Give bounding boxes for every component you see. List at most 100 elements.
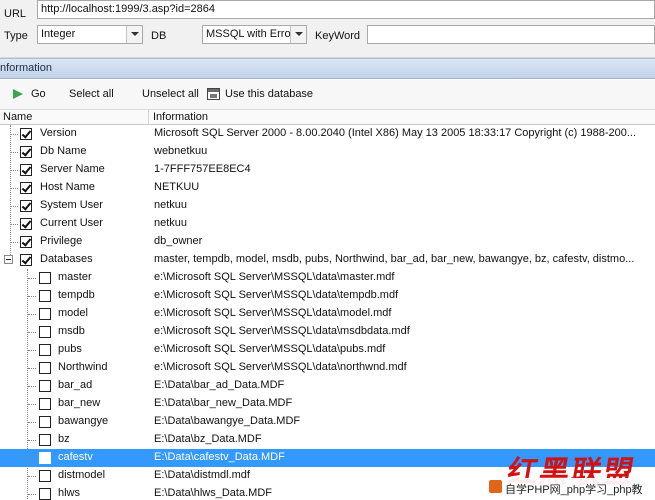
row-checkbox[interactable] — [39, 362, 51, 374]
table-row[interactable]: Version Microsoft SQL Server 2000 - 8.00… — [0, 125, 655, 143]
row-info: E:\Data\bar_ad_Data.MDF — [154, 379, 285, 391]
list-item[interactable]: tempdb e:\Microsoft SQL Server\MSSQL\dat… — [0, 287, 655, 305]
chevron-down-icon[interactable] — [126, 26, 142, 43]
row-name: bar_ad — [58, 379, 93, 391]
row-checkbox[interactable] — [20, 254, 32, 266]
row-checkbox[interactable] — [39, 488, 51, 500]
row-checkbox[interactable] — [20, 218, 32, 230]
tree-line — [10, 188, 18, 189]
row-name: Current User — [40, 217, 103, 229]
tree-line — [28, 278, 36, 279]
url-input[interactable]: http://localhost:1999/3.asp?id=2864 — [37, 0, 655, 19]
keyword-input[interactable] — [367, 25, 655, 44]
db-select-value: MSSQL with Error — [206, 28, 295, 40]
row-info: 1-7FFF757EE8EC4 — [154, 163, 251, 175]
site-logo-icon — [489, 480, 502, 493]
row-name: msdb — [58, 325, 85, 337]
table-row[interactable]: Host Name NETKUU — [0, 179, 655, 197]
row-checkbox[interactable] — [20, 200, 32, 212]
tree-line — [10, 242, 18, 243]
row-info: NETKUU — [154, 181, 200, 193]
tree-line — [28, 494, 36, 495]
row-info: e:\Microsoft SQL Server\MSSQL\data\msdbd… — [154, 325, 410, 337]
tree-line — [28, 296, 36, 297]
play-icon[interactable] — [13, 89, 23, 99]
row-info: E:\Data\bz_Data.MDF — [154, 433, 262, 445]
row-checkbox[interactable] — [39, 398, 51, 410]
go-button[interactable]: Go — [31, 88, 46, 100]
select-all-button[interactable]: Select all — [69, 88, 114, 100]
list-item[interactable]: model e:\Microsoft SQL Server\MSSQL\data… — [0, 305, 655, 323]
chevron-down-icon[interactable] — [290, 26, 306, 43]
row-name: cafestv — [58, 451, 93, 463]
row-info: e:\Microsoft SQL Server\MSSQL\data\tempd… — [154, 289, 399, 301]
tree-line — [28, 440, 36, 441]
column-header-name[interactable]: Name — [3, 111, 32, 123]
list-item[interactable]: bawangye E:\Data\bawangye_Data.MDF — [0, 413, 655, 431]
type-label: Type — [4, 30, 28, 42]
row-name: Databases — [40, 253, 93, 265]
grid-header: Name Information — [0, 110, 655, 125]
row-checkbox[interactable] — [39, 290, 51, 302]
row-checkbox[interactable] — [39, 308, 51, 320]
row-checkbox[interactable] — [39, 416, 51, 428]
tree-line — [10, 206, 18, 207]
type-select[interactable]: Integer — [37, 25, 143, 44]
database-icon[interactable] — [207, 88, 220, 100]
list-item[interactable]: pubs e:\Microsoft SQL Server\MSSQL\data\… — [0, 341, 655, 359]
panel-title: nformation — [0, 62, 52, 74]
tree-line — [28, 350, 36, 351]
row-checkbox[interactable] — [20, 164, 32, 176]
row-checkbox[interactable] — [20, 128, 32, 140]
url-label: URL — [4, 8, 27, 20]
query-form: URL http://localhost:1999/3.asp?id=2864 … — [0, 0, 655, 58]
information-panel-header: nformation — [0, 58, 655, 79]
row-checkbox[interactable] — [39, 470, 51, 482]
row-name: Version — [40, 127, 77, 139]
table-row[interactable]: Server Name 1-7FFF757EE8EC4 — [0, 161, 655, 179]
column-header-information[interactable]: Information — [153, 111, 208, 123]
row-checkbox[interactable] — [20, 182, 32, 194]
row-checkbox[interactable] — [39, 326, 51, 338]
row-info: webnetkuu — [154, 145, 208, 157]
row-checkbox[interactable] — [39, 434, 51, 446]
list-item[interactable]: msdb e:\Microsoft SQL Server\MSSQL\data\… — [0, 323, 655, 341]
unselect-all-button[interactable]: Unselect all — [142, 88, 199, 100]
row-info: master, tempdb, model, msdb, pubs, North… — [154, 253, 635, 265]
row-checkbox[interactable] — [39, 452, 51, 464]
row-info: E:\Data\bar_new_Data.MDF — [154, 397, 293, 409]
row-checkbox[interactable] — [20, 146, 32, 158]
tree-line — [28, 458, 36, 459]
column-divider[interactable] — [148, 110, 149, 125]
list-item[interactable]: bar_new E:\Data\bar_new_Data.MDF — [0, 395, 655, 413]
table-row[interactable]: Db Name webnetkuu — [0, 143, 655, 161]
row-checkbox[interactable] — [39, 272, 51, 284]
table-row[interactable]: System User netkuu — [0, 197, 655, 215]
row-checkbox[interactable] — [39, 380, 51, 392]
tree-line — [10, 125, 11, 261]
list-item[interactable]: master e:\Microsoft SQL Server\MSSQL\dat… — [0, 269, 655, 287]
tree-line — [10, 134, 18, 135]
row-name: Privilege — [40, 235, 83, 247]
tree-line — [10, 152, 18, 153]
row-name: bz — [58, 433, 70, 445]
use-this-database-button[interactable]: Use this database — [225, 88, 313, 100]
list-item[interactable]: bar_ad E:\Data\bar_ad_Data.MDF — [0, 377, 655, 395]
row-name: tempdb — [58, 289, 95, 301]
row-checkbox[interactable] — [20, 236, 32, 248]
row-info: E:\Data\bawangye_Data.MDF — [154, 415, 301, 427]
row-name: Server Name — [40, 163, 105, 175]
row-info: netkuu — [154, 217, 188, 229]
list-item[interactable]: Northwind e:\Microsoft SQL Server\MSSQL\… — [0, 359, 655, 377]
db-select[interactable]: MSSQL with Error — [202, 25, 307, 44]
table-row[interactable]: Current User netkuu — [0, 215, 655, 233]
table-row[interactable]: Privilege db_owner — [0, 233, 655, 251]
tree-node-databases[interactable]: Databases master, tempdb, model, msdb, p… — [0, 251, 655, 269]
row-name: Host Name — [40, 181, 96, 193]
row-name: bar_new — [58, 397, 101, 409]
tree-line — [10, 170, 18, 171]
row-checkbox[interactable] — [39, 344, 51, 356]
row-info: Microsoft SQL Server 2000 - 8.00.2040 (I… — [154, 127, 637, 139]
watermark-caption: 自学PHP网_php学习_php教 — [505, 484, 643, 496]
collapse-icon[interactable] — [4, 255, 13, 264]
